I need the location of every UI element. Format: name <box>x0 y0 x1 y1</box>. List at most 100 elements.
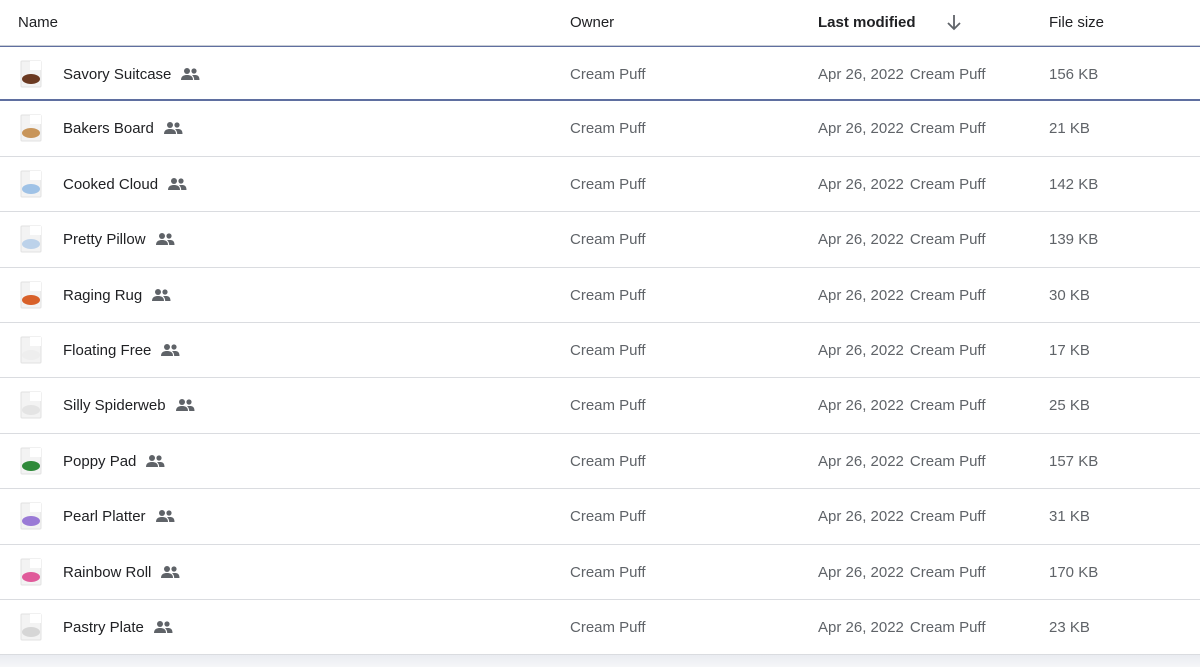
last-modified: Apr 26, 2022 Cream Puff <box>818 342 986 359</box>
people-icon <box>155 232 175 246</box>
people-icon <box>167 177 187 191</box>
file-size: 142 KB <box>1049 175 1099 193</box>
file-row[interactable]: Raging Rug Cream Puff Apr 26, 2022 Cream Pu… <box>0 267 1200 323</box>
people-icon <box>145 454 165 468</box>
file-name[interactable]: Cooked Cloud <box>63 176 187 193</box>
people-icon <box>163 121 183 135</box>
file-name-label: Cooked Cloud <box>63 175 159 193</box>
modified-by: Cream Puff <box>909 452 986 470</box>
file-name[interactable]: Poppy Pad <box>63 453 165 470</box>
column-header-owner[interactable]: Owner <box>570 14 614 31</box>
file-row[interactable]: Savory Suitcase Cream Puff Apr 26, 2022 Cre… <box>0 46 1200 102</box>
people-icon <box>151 288 171 302</box>
modified-by: Cream Puff <box>909 66 986 83</box>
file-name-label: Silly Spiderweb <box>63 397 166 415</box>
file-row[interactable]: Rainbow Roll Cream Puff Apr 26, 2022 Cream … <box>0 544 1200 600</box>
modified-date: Apr 26, 2022 <box>818 120 904 138</box>
people-icon <box>175 398 195 412</box>
file-name-label: Poppy Pad <box>63 452 137 470</box>
file-name[interactable]: Savory Suitcase <box>63 66 200 83</box>
file-name[interactable]: Bakers Board <box>63 120 183 137</box>
modified-date: Apr 26, 2022 <box>818 397 904 415</box>
file-name[interactable]: Raging Rug <box>63 287 171 304</box>
file-owner: Cream Puff <box>570 120 646 138</box>
people-icon <box>160 343 180 357</box>
file-name-label: Pastry Plate <box>63 618 144 636</box>
modified-date: Apr 26, 2022 <box>818 452 904 470</box>
file-thumbnail-icon <box>17 225 45 253</box>
modified-by: Cream Puff <box>909 618 986 636</box>
file-name[interactable]: Floating Free <box>63 342 180 359</box>
people-icon <box>180 67 200 81</box>
file-thumbnail-icon <box>17 613 45 641</box>
list-bottom-edge <box>0 655 1200 667</box>
file-row[interactable]: Pretty Pillow Cream Puff Apr 26, 2022 Cream… <box>0 212 1200 268</box>
last-modified: Apr 26, 2022 Cream Puff <box>818 231 986 248</box>
column-header-last-modified[interactable]: Last modified <box>818 14 916 31</box>
arrow-down-icon[interactable] <box>945 12 963 32</box>
file-thumbnail-icon <box>17 170 45 198</box>
modified-by: Cream Puff <box>909 563 986 581</box>
file-name-label: Raging Rug <box>63 286 143 304</box>
file-name[interactable]: Silly Spiderweb <box>63 397 195 414</box>
file-thumbnail-icon <box>17 281 45 309</box>
file-name-label: Savory Suitcase <box>63 66 172 83</box>
last-modified: Apr 26, 2022 Cream Puff <box>818 453 986 470</box>
file-name-label: Bakers Board <box>63 120 154 138</box>
file-owner: Cream Puff <box>570 508 646 526</box>
file-owner: Cream Puff <box>570 397 646 415</box>
file-name[interactable]: Pearl Platter <box>63 508 175 525</box>
file-row[interactable]: Silly Spiderweb Cream Puff Apr 26, 2022 Cre… <box>0 378 1200 434</box>
last-modified: Apr 26, 2022 Cream Puff <box>818 176 986 193</box>
modified-by: Cream Puff <box>909 508 986 526</box>
modified-date: Apr 26, 2022 <box>818 618 904 636</box>
file-size: 157 KB <box>1049 452 1099 470</box>
file-row[interactable]: Poppy Pad Cream Puff Apr 26, 2022 Cream Puf… <box>0 433 1200 490</box>
file-owner: Cream Puff <box>570 231 646 249</box>
column-header-file-size[interactable]: File size <box>1049 14 1104 31</box>
modified-date: Apr 26, 2022 <box>818 231 904 249</box>
file-owner: Cream Puff <box>570 618 646 636</box>
file-owner: Cream Puff <box>570 341 646 359</box>
modified-date: Apr 26, 2022 <box>818 66 904 83</box>
file-thumbnail-icon <box>17 336 45 364</box>
file-thumbnail-icon <box>17 391 45 419</box>
file-row[interactable]: Pearl Platter Cream Puff Apr 26, 2022 Cream… <box>0 489 1200 545</box>
file-size: 31 KB <box>1049 508 1090 526</box>
people-icon <box>160 565 180 579</box>
file-size: 21 KB <box>1049 120 1090 138</box>
modified-date: Apr 26, 2022 <box>818 341 904 359</box>
last-modified: Apr 26, 2022 Cream Puff <box>818 66 986 83</box>
file-size: 25 KB <box>1049 397 1090 415</box>
modified-date: Apr 26, 2022 <box>818 508 904 526</box>
modified-by: Cream Puff <box>909 286 986 304</box>
last-modified: Apr 26, 2022 Cream Puff <box>818 120 986 137</box>
file-row[interactable]: Pastry Plate Cream Puff Apr 26, 2022 Cream … <box>0 599 1200 656</box>
file-row[interactable]: Cooked Cloud Cream Puff Apr 26, 2022 Cream … <box>0 156 1200 213</box>
file-list: Savory Suitcase Cream Puff Apr 26, 2022 Cre… <box>0 46 1200 656</box>
file-name-label: Rainbow Roll <box>63 563 152 581</box>
file-name[interactable]: Pastry Plate <box>63 619 173 636</box>
file-owner: Cream Puff <box>570 66 646 83</box>
file-size: 17 KB <box>1049 341 1090 359</box>
file-owner: Cream Puff <box>570 452 646 470</box>
file-owner: Cream Puff <box>570 563 646 581</box>
file-name[interactable]: Pretty Pillow <box>63 231 175 248</box>
column-header-name[interactable]: Name <box>18 14 58 31</box>
last-modified: Apr 26, 2022 Cream Puff <box>818 619 986 636</box>
file-size: 30 KB <box>1049 286 1090 304</box>
file-list-header: Name Owner Last modified File size <box>0 0 1200 46</box>
file-name-label: Floating Free <box>63 341 152 359</box>
file-size: 156 KB <box>1049 66 1099 83</box>
last-modified: Apr 26, 2022 Cream Puff <box>818 287 986 304</box>
modified-by: Cream Puff <box>909 341 986 359</box>
modified-date: Apr 26, 2022 <box>818 175 904 193</box>
file-name-label: Pretty Pillow <box>63 231 146 249</box>
file-size: 139 KB <box>1049 231 1099 249</box>
file-row[interactable]: Bakers Board Cream Puff Apr 26, 2022 Cream … <box>0 101 1200 157</box>
modified-by: Cream Puff <box>909 231 986 249</box>
last-modified: Apr 26, 2022 Cream Puff <box>818 508 986 525</box>
modified-date: Apr 26, 2022 <box>818 563 904 581</box>
file-name[interactable]: Rainbow Roll <box>63 564 180 581</box>
file-row[interactable]: Floating Free Cream Puff Apr 26, 2022 Cream… <box>0 322 1200 379</box>
